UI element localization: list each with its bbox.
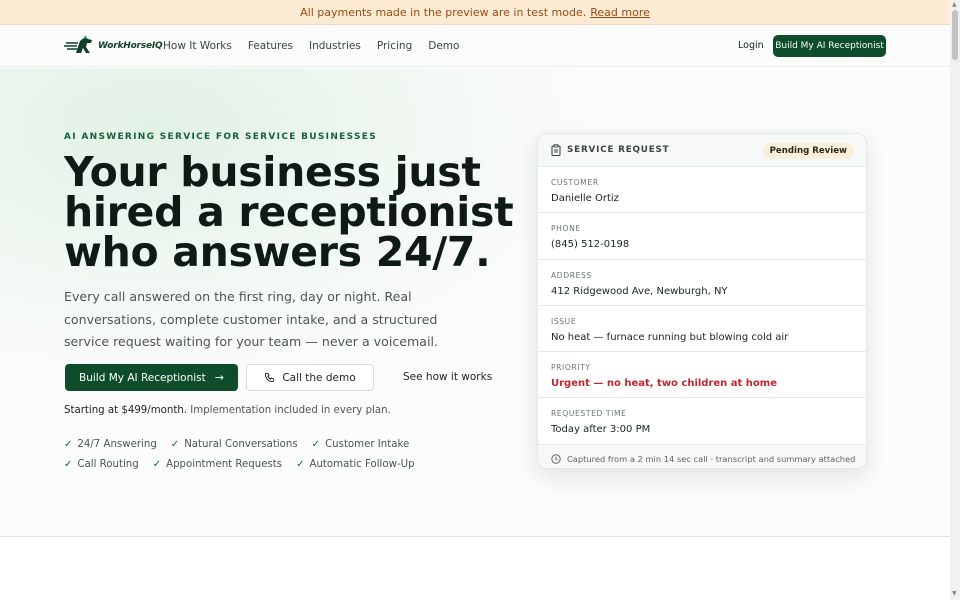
field-label: ISSUE [551, 316, 577, 326]
nav-link-industries[interactable]: Industries [309, 40, 361, 52]
see-how-it-works-link[interactable]: See how it works [403, 371, 492, 383]
card-header: SERVICE REQUEST Pending Review [538, 134, 866, 167]
logo-text: WorkHorseIQ [98, 41, 163, 51]
pricing-amount: Starting at $499/month. [64, 405, 188, 416]
scroll-thumb[interactable] [952, 10, 958, 60]
pricing-note: Starting at $499/month. Implementation i… [64, 405, 391, 416]
feature-item: ✓ Natural Conversations [171, 438, 298, 450]
pricing-detail: Implementation included in every plan. [190, 405, 391, 416]
field-value: 412 Ridgewood Ave, Newburgh, NY [551, 285, 728, 297]
field-issue: ISSUE No heat — furnace running but blow… [538, 306, 866, 353]
feature-label: Appointment Requests [166, 458, 283, 470]
hero-headline: Your business just hired a receptionist … [64, 148, 514, 276]
test-mode-banner: All payments made in the preview are in … [0, 0, 950, 25]
field-label: REQUESTED TIME [551, 409, 627, 419]
check-icon: ✓ [64, 438, 73, 450]
hero-eyebrow: AI ANSWERING SERVICE FOR SERVICE BUSINES… [64, 132, 377, 142]
logo-horse-icon [64, 35, 92, 53]
nav-link-features[interactable]: Features [248, 40, 293, 52]
scroll-down-arrow-icon[interactable]: ▼ [952, 590, 957, 597]
banner-read-more-link[interactable]: Read more [590, 6, 650, 19]
field-label: PRIORITY [551, 363, 591, 373]
top-nav: WorkHorseIQ How It Works Features Indust… [0, 25, 950, 67]
check-icon: ✓ [296, 458, 305, 470]
build-receptionist-button[interactable]: Build My AI Receptionist → [65, 364, 238, 391]
field-value: Urgent — no heat, two children at home [551, 378, 777, 390]
login-link[interactable]: Login [738, 40, 764, 51]
field-customer: CUSTOMER Danielle Ortiz [538, 167, 866, 214]
nav-link-pricing[interactable]: Pricing [377, 40, 412, 52]
field-value: Danielle Ortiz [551, 193, 619, 204]
feature-list: ✓ 24/7 Answering ✓ Natural Conversations ✓… [64, 438, 504, 470]
check-icon: ✓ [311, 438, 321, 450]
scrollbar[interactable]: ▲ ▼ [950, 0, 960, 600]
check-icon: ✓ [170, 438, 180, 450]
field-value: No heat — furnace running but blowing co… [551, 331, 789, 343]
call-demo-label: Call the demo [282, 371, 356, 384]
field-phone: PHONE (845) 512-0198 [538, 213, 866, 260]
clock-icon [551, 454, 561, 464]
check-icon: ✓ [64, 458, 73, 470]
clipboard-icon [551, 144, 561, 156]
nav-link-demo[interactable]: Demo [428, 40, 459, 52]
phone-icon [265, 372, 275, 383]
status-badge: Pending Review [762, 143, 854, 159]
field-label: PHONE [551, 224, 581, 234]
feature-item: ✓ Automatic Follow-Up [296, 458, 414, 470]
arrow-right-icon: → [214, 371, 224, 384]
card-footer: Captured from a 2 min 14 sec call · tran… [538, 444, 866, 468]
field-address: ADDRESS 412 Ridgewood Ave, Newburgh, NY [538, 260, 866, 306]
card-title: SERVICE REQUEST [567, 145, 670, 155]
build-receptionist-label: Build My AI Receptionist [79, 371, 206, 384]
service-request-card: SERVICE REQUEST Pending Review CUSTOMER … [537, 133, 867, 469]
banner-text: All payments made in the preview are in … [300, 5, 587, 19]
nav-link-how-it-works[interactable]: How It Works [163, 40, 232, 52]
hero-section: AI ANSWERING SERVICE FOR SERVICE BUSINES… [0, 68, 950, 537]
field-value: Today after 3:00 PM [551, 424, 651, 436]
hero-subheadline: Every call answered on the first ring, d… [64, 289, 438, 349]
logo[interactable]: WorkHorseIQ [64, 35, 163, 57]
field-priority: PRIORITY Urgent — no heat, two children … [538, 352, 866, 399]
feature-label: Customer Intake [325, 438, 410, 450]
feature-item: ✓ 24/7 Answering [64, 438, 157, 450]
field-requested-time: REQUESTED TIME Today after 3:00 PM [538, 398, 866, 445]
feature-item: ✓ Call Routing [64, 458, 139, 470]
feature-item: ✓ Appointment Requests [153, 458, 282, 470]
scroll-up-arrow-icon[interactable]: ▲ [952, 1, 957, 8]
feature-item: ✓ Customer Intake [312, 438, 410, 450]
field-value: (845) 512-0198 [551, 239, 630, 251]
check-icon: ✓ [152, 458, 162, 470]
field-label: CUSTOMER [551, 178, 599, 187]
feature-label: Natural Conversations [184, 438, 298, 450]
card-footer-text: Captured from a 2 min 14 sec call · tran… [567, 453, 856, 464]
nav-links: How It Works Features Industries Pricing… [163, 25, 475, 67]
field-label: ADDRESS [551, 270, 592, 280]
feature-label: Automatic Follow-Up [309, 458, 415, 470]
feature-label: Call Routing [77, 458, 139, 470]
feature-label: 24/7 Answering [77, 438, 157, 450]
nav-cta-button[interactable]: Build My AI Receptionist [773, 35, 886, 57]
call-demo-button[interactable]: Call the demo [246, 364, 374, 391]
